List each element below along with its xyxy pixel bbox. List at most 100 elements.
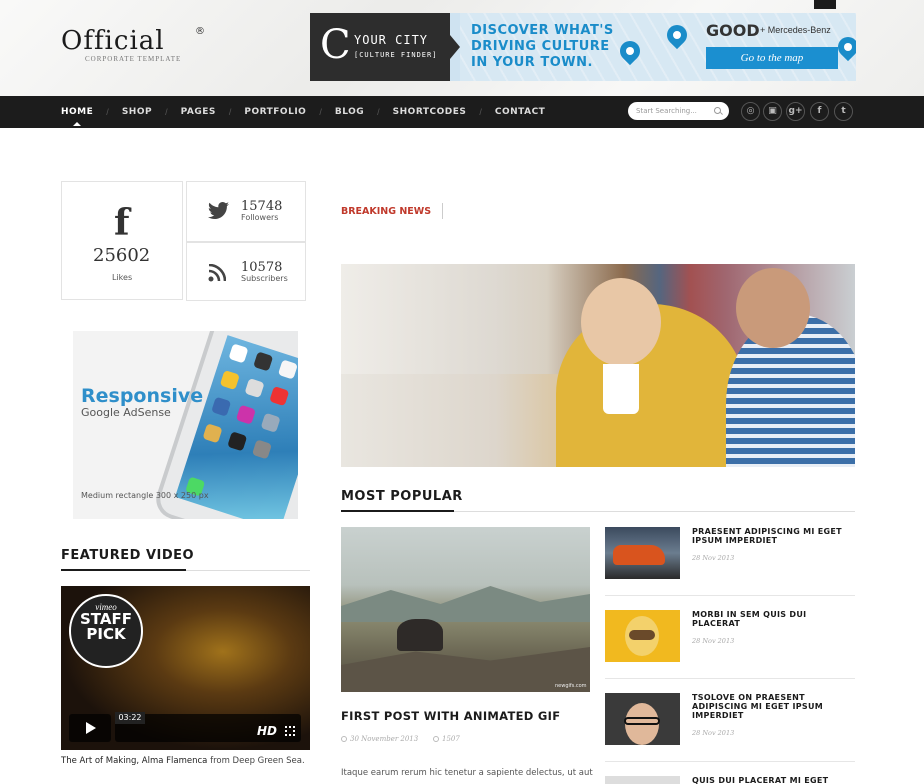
nav-item-pages[interactable]: PAGES (181, 107, 216, 117)
banner-brand-name: YOUR CITY (354, 33, 429, 47)
app-icon (253, 351, 274, 372)
nav-item-home[interactable]: HOME (61, 107, 93, 126)
rss-counter[interactable]: 10578 Subscribers (186, 242, 306, 301)
man-head (736, 268, 810, 348)
main-post-excerpt: Itaque earum rerum hic tenetur a sapient… (341, 768, 593, 778)
twitter-icon (208, 202, 229, 219)
facebook-icon: f (114, 202, 130, 244)
side-post-thumbnail[interactable] (605, 776, 680, 784)
app-icon (235, 404, 256, 425)
side-post-title[interactable]: QUIS DUI PLACERAT MI EGET (692, 776, 854, 784)
twitter-counter[interactable]: 15748 Followers (186, 181, 306, 242)
video-caption-title[interactable]: The Art of Making, Alma Flamenca (61, 756, 207, 766)
clock-icon (341, 736, 347, 742)
nav-item-shortcodes[interactable]: SHORTCODES (393, 107, 467, 117)
side-post-divider (605, 678, 855, 679)
facebook-counter[interactable]: f 25602 Likes (61, 181, 183, 300)
heading-underline (61, 569, 186, 571)
nav-item-portfolio[interactable]: PORTFOLIO (244, 107, 306, 117)
twitter-icon[interactable]: t (834, 102, 853, 121)
site-logo[interactable]: Official ® CORPORATE TEMPLATE (61, 26, 205, 63)
side-post-thumbnail[interactable] (605, 693, 680, 745)
nav-item-blog[interactable]: BLOG (335, 107, 364, 117)
banner-brand-tag: [CULTURE FINDER] (354, 51, 438, 59)
ad-title: Responsive (81, 385, 204, 407)
facebook-icon[interactable]: f (810, 102, 829, 121)
app-icon (244, 377, 265, 399)
mountains (341, 586, 590, 622)
banner-partner-good: GOOD (706, 21, 760, 40)
video-caption: The Art of Making, Alma Flamenca from De… (61, 756, 305, 766)
app-icon (219, 369, 240, 391)
dribbble-icon[interactable]: ◎ (741, 102, 760, 121)
side-post-date: 28 Nov 2013 (692, 637, 735, 645)
header-banner-ad[interactable]: C YOUR CITY [CULTURE FINDER] DISCOVER WH… (310, 13, 856, 81)
ad-footer: Medium rectangle 300 x 250 px (81, 491, 209, 500)
main-post-views-text: 1507 (442, 735, 460, 743)
banner-headline-line1: DISCOVER WHAT'S (471, 23, 614, 38)
adsense-ad[interactable]: Responsive Google AdSense Medium rectang… (73, 331, 298, 519)
banner-brand-letter: C (320, 22, 351, 68)
badge-pick: PICK (86, 625, 126, 643)
banner-arrow-icon (450, 35, 460, 59)
twitter-count: 15748 (241, 199, 283, 214)
nav-menu: HOME / SHOP / PAGES / PORTFOLIO / BLOG /… (61, 96, 545, 128)
side-post-title[interactable]: MORBI IN SEM QUIS DUI PLACERAT (692, 610, 854, 628)
nav-separator: / (228, 107, 232, 117)
main-post-title[interactable]: FIRST POST WITH ANIMATED GIF (341, 709, 560, 723)
side-post-divider (605, 595, 855, 596)
nav-separator: / (319, 107, 322, 117)
side-post-thumbnail[interactable] (605, 527, 680, 579)
rss-count: 10578 (241, 260, 283, 275)
rock-foreground (341, 647, 590, 692)
banner-partner-mercedes: + Mercedes-Benz (760, 25, 831, 35)
instagram-icon[interactable]: ▣ (763, 102, 782, 121)
side-post-item[interactable]: MORBI IN SEM QUIS DUI PLACERAT 28 Nov 20… (605, 610, 855, 665)
logo-subtitle: CORPORATE TEMPLATE (85, 55, 182, 63)
banner-headline: DISCOVER WHAT'S DRIVING CULTURE IN YOUR … (471, 23, 614, 71)
main-post-date: 30 November 2013 (341, 735, 418, 743)
nav-separator: / (165, 107, 168, 117)
main-nav: HOME / SHOP / PAGES / PORTFOLIO / BLOG /… (0, 96, 924, 128)
side-post-item[interactable]: QUIS DUI PLACERAT MI EGET (605, 776, 855, 784)
go-to-map-button[interactable]: Go to the map (706, 47, 838, 69)
top-toggle-tab[interactable] (814, 0, 836, 9)
search-icon[interactable] (714, 107, 721, 114)
video-player[interactable]: vimeo STAFF PICK 03:22 HD (61, 586, 310, 750)
fullscreen-icon[interactable] (285, 726, 295, 736)
woman-head (581, 278, 661, 366)
app-icon (202, 423, 223, 444)
side-post-item[interactable]: TSOLOVE ON PRAESENT ADIPISCING MI EGET I… (605, 693, 855, 748)
featured-video-heading: FEATURED VIDEO (61, 548, 195, 563)
side-post-title[interactable]: PRAESENT ADIPISCING MI EGET IPSUM IMPERD… (692, 527, 854, 545)
nav-separator: / (377, 107, 380, 117)
side-post-title[interactable]: TSOLOVE ON PRAESENT ADIPISCING MI EGET I… (692, 693, 854, 720)
registered-mark: ® (195, 26, 205, 37)
app-icon (269, 386, 290, 407)
hd-button[interactable]: HD (257, 724, 277, 738)
nav-item-contact[interactable]: CONTACT (495, 107, 545, 117)
google-plus-icon[interactable]: g+ (786, 102, 805, 121)
banner-brand: C YOUR CITY [CULTURE FINDER] (310, 13, 450, 81)
rss-label: Subscribers (241, 274, 288, 283)
main-post-views: 1507 (433, 735, 460, 743)
nav-separator: / (106, 107, 109, 117)
side-post-date: 28 Nov 2013 (692, 554, 735, 562)
app-icon (260, 412, 281, 433)
app-icon (211, 396, 232, 417)
nerd-glasses (624, 717, 660, 725)
facebook-count: 25602 (93, 245, 151, 266)
hero-image[interactable] (341, 264, 855, 467)
app-icon (277, 359, 298, 380)
play-button[interactable] (69, 714, 111, 742)
search-input[interactable] (636, 105, 712, 117)
search-box (628, 102, 729, 120)
image-watermark: newgifs.com (555, 683, 587, 689)
nav-separator: / (479, 107, 482, 117)
site-header: Official ® CORPORATE TEMPLATE C YOUR CIT… (0, 0, 924, 96)
side-post-thumbnail[interactable] (605, 610, 680, 662)
breaking-news-label: BREAKING NEWS (341, 206, 432, 217)
main-post-image[interactable]: newgifs.com (341, 527, 590, 692)
nav-item-shop[interactable]: SHOP (122, 107, 152, 117)
side-post-item[interactable]: PRAESENT ADIPISCING MI EGET IPSUM IMPERD… (605, 527, 855, 582)
